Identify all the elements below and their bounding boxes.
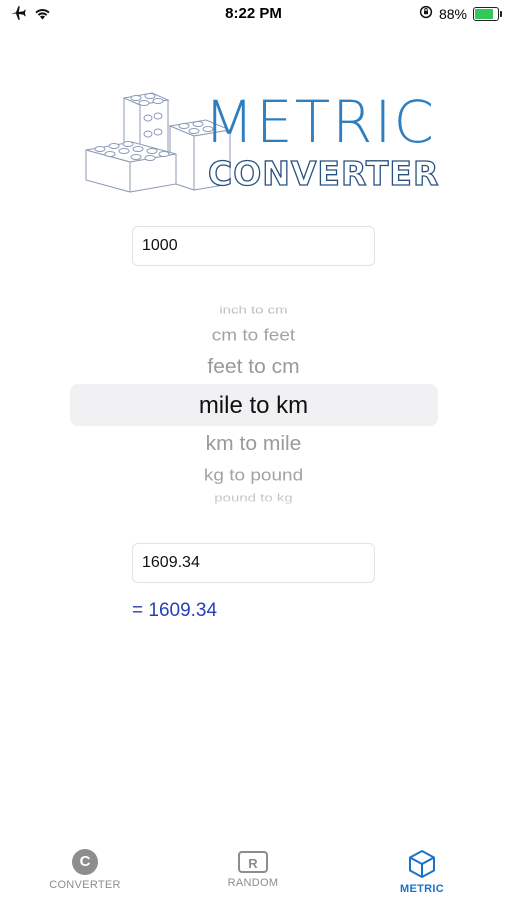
battery-percent: 88% bbox=[438, 5, 467, 22]
orientation-lock-icon bbox=[419, 5, 433, 22]
picker-fade-top bbox=[0, 290, 507, 312]
tab-bar: C CONVERTER R RANDOM METRIC bbox=[0, 835, 507, 900]
cube-icon bbox=[362, 849, 482, 879]
picker-item[interactable]: km to mile bbox=[0, 432, 507, 455]
random-icon: R bbox=[238, 851, 268, 873]
conversion-result: = 1609.34 bbox=[132, 600, 218, 621]
converted-value-field[interactable]: 1609.34 bbox=[132, 543, 375, 583]
tab-converter[interactable]: C CONVERTER bbox=[25, 849, 145, 891]
tab-random[interactable]: R RANDOM bbox=[193, 849, 313, 889]
tab-metric[interactable]: METRIC bbox=[362, 849, 482, 895]
tab-label: RANDOM bbox=[227, 877, 279, 889]
logo-title: METRIC bbox=[204, 88, 437, 156]
status-bar: 8:22 PM 88% bbox=[0, 0, 507, 30]
picker-item[interactable]: kg to pound bbox=[0, 466, 507, 485]
tab-label: METRIC bbox=[400, 883, 444, 895]
picker-item[interactable]: cm to feet bbox=[0, 326, 507, 345]
converter-icon: C bbox=[72, 849, 98, 875]
tab-label: CONVERTER bbox=[49, 879, 121, 891]
metric-converter-logo: METRIC CONVERTER bbox=[80, 88, 439, 206]
picker-fade-bottom bbox=[0, 492, 507, 522]
picker-item[interactable]: feet to cm bbox=[0, 355, 507, 378]
logo-subtitle: CONVERTER bbox=[207, 153, 440, 193]
picker-item-selected[interactable]: mile to km bbox=[0, 392, 507, 420]
conversion-picker[interactable]: inch to cmcm to feetfeet to cmmile to km… bbox=[0, 280, 507, 522]
value-input[interactable]: 1000 bbox=[132, 226, 375, 266]
battery-icon bbox=[473, 6, 502, 21]
